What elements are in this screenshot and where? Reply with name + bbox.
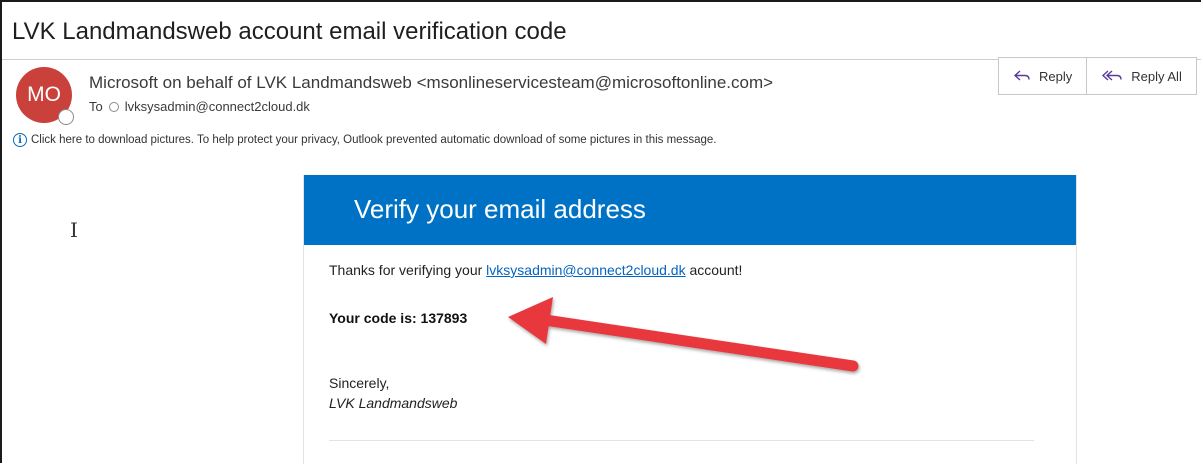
closing-line: Sincerely, xyxy=(329,375,390,391)
recipient-presence-icon xyxy=(108,101,119,112)
reply-all-label: Reply All xyxy=(1131,68,1182,84)
thanks-line: Thanks for verifying your lvksysadmin@co… xyxy=(329,262,742,278)
sender-line[interactable]: Microsoft on behalf of LVK Landmandsweb … xyxy=(89,73,773,93)
text-cursor-icon: I xyxy=(70,218,78,242)
verification-code: Your code is: 137893 xyxy=(329,310,468,326)
reply-icon xyxy=(1013,69,1031,83)
reply-button-group: Reply Reply All xyxy=(998,57,1197,95)
email-subject: LVK Landmandsweb account email verificat… xyxy=(12,18,567,45)
download-pictures-bar[interactable]: i Click here to download pictures. To he… xyxy=(13,133,716,147)
info-bar-text: Click here to download pictures. To help… xyxy=(31,134,717,146)
email-body: Verify your email address Thanks for ver… xyxy=(303,175,1077,464)
presence-icon xyxy=(58,109,74,125)
avatar-initials: MO xyxy=(27,83,61,106)
reply-button[interactable]: Reply xyxy=(999,58,1086,94)
thanks-suffix: account! xyxy=(685,262,743,278)
recipient-row: To lvksysadmin@connect2cloud.dk xyxy=(89,99,310,114)
verify-banner: Verify your email address xyxy=(304,175,1076,245)
signature: LVK Landmandsweb xyxy=(329,395,458,411)
account-email-link[interactable]: lvksysadmin@connect2cloud.dk xyxy=(486,262,685,278)
thanks-prefix: Thanks for verifying your xyxy=(329,262,487,278)
footer-divider xyxy=(329,440,1034,441)
reply-all-button[interactable]: Reply All xyxy=(1086,58,1196,94)
info-icon: i xyxy=(13,133,27,147)
recipient-address[interactable]: lvksysadmin@connect2cloud.dk xyxy=(125,99,310,114)
reply-all-icon xyxy=(1101,69,1123,83)
banner-title: Verify your email address xyxy=(354,194,646,224)
to-label: To xyxy=(89,99,103,114)
reply-label: Reply xyxy=(1039,68,1073,84)
